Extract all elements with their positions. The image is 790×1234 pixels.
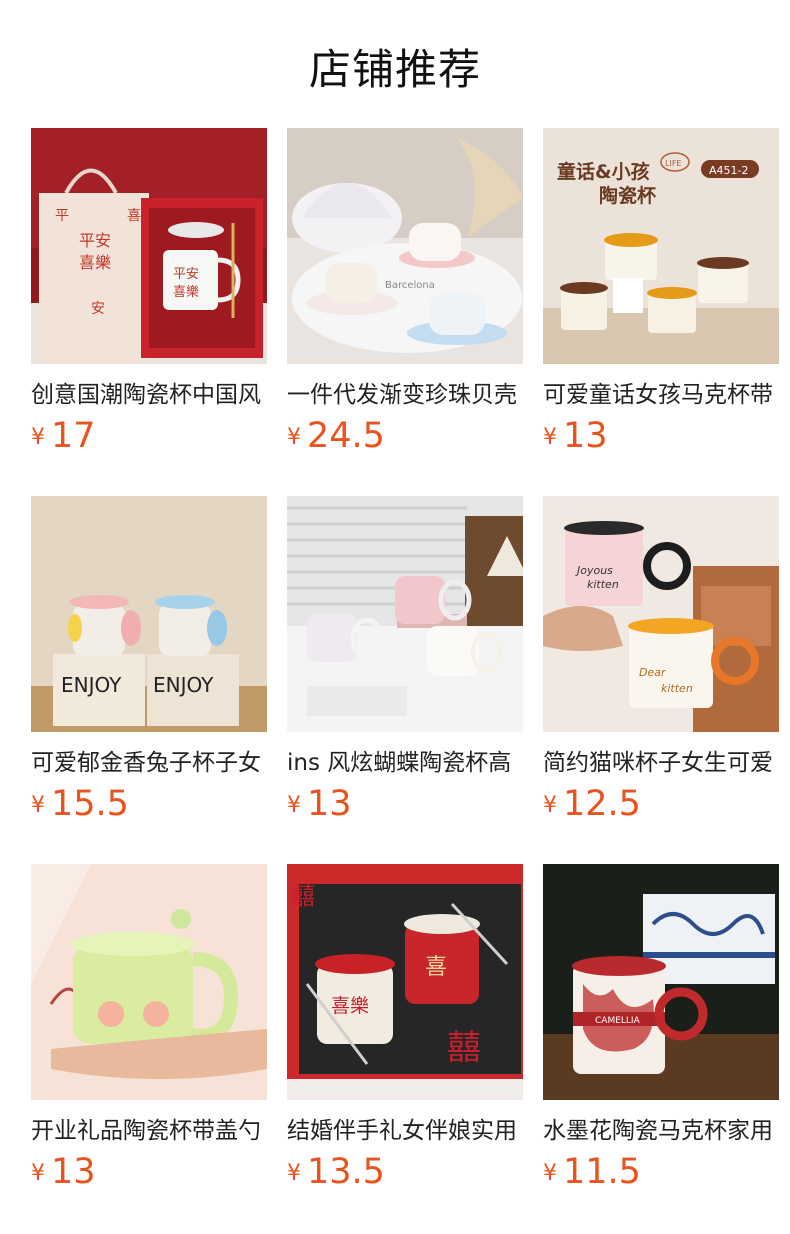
currency-symbol: ¥ [31, 793, 45, 818]
product-image-butterfly-cups[interactable] [287, 496, 523, 732]
price-value: 11.5 [563, 1152, 641, 1192]
product-name[interactable]: 可爱童话女孩马克杯带 [543, 378, 779, 412]
price-value: 24.5 [307, 416, 385, 456]
product-card[interactable]: 平安 喜樂 平 喜 安 平安 喜樂 创意国潮陶瓷杯中国风 ¥17 [31, 128, 267, 458]
photo-text: 童话&小孩 [557, 160, 650, 183]
product-card[interactable]: ENJOY ENJOY 可爱郁金香兔子杯子女 ¥15.5 [31, 496, 267, 826]
currency-symbol: ¥ [287, 1161, 301, 1186]
product-image-tulip-rabbit-cups[interactable]: ENJOY ENJOY [31, 496, 267, 732]
product-price: ¥17 [31, 416, 96, 458]
product-card[interactable]: CAMELLIA 水墨花陶瓷马克杯家用 ¥11.5 [543, 864, 779, 1194]
product-image-cat-mugs[interactable]: Joyous kitten Dear kitten [543, 496, 779, 732]
svg-text:喜樂: 喜樂 [173, 284, 199, 300]
product-price: ¥24.5 [287, 416, 385, 458]
product-image-wedding-gift-set[interactable]: 囍 喜樂 喜 囍 [287, 864, 523, 1100]
photo-text: kitten [661, 682, 693, 695]
photo-text: kitten [587, 578, 619, 591]
svg-text:平安: 平安 [173, 267, 199, 282]
product-image-pearl-shell-cups[interactable]: Barcelona [287, 128, 523, 364]
photo-text: ENJOY [61, 673, 122, 697]
product-image-fairy-tale-mugs[interactable]: 童话&小孩 陶瓷杯 A451-2 LIFE [543, 128, 779, 364]
photo-text: Dear [639, 666, 667, 679]
currency-symbol: ¥ [31, 1161, 45, 1186]
price-value: 13.5 [307, 1152, 385, 1192]
product-price: ¥15.5 [31, 784, 129, 826]
product-name[interactable]: 水墨花陶瓷马克杯家用 [543, 1114, 779, 1148]
photo-text: CAMELLIA [595, 1016, 641, 1026]
price-value: 12.5 [563, 784, 641, 824]
product-name[interactable]: 可爱郁金香兔子杯子女 [31, 746, 267, 780]
photo-text: 喜 [425, 955, 447, 980]
price-value: 17 [51, 416, 96, 456]
photo-text: 喜 [127, 208, 141, 224]
product-card[interactable]: ins 风炫蝴蝶陶瓷杯高 ¥13 [287, 496, 523, 826]
product-card[interactable]: 童话&小孩 陶瓷杯 A451-2 LIFE 可爱童话女孩马克杯带 ¥13 [543, 128, 779, 458]
product-price: ¥11.5 [543, 1152, 641, 1194]
product-card[interactable]: Joyous kitten Dear kitten 简约猫咪杯子女生可爱 ¥12… [543, 496, 779, 826]
photo-text: 陶瓷杯 [599, 184, 656, 207]
photo-text: 喜樂 [331, 995, 369, 1017]
price-value: 13 [563, 416, 608, 456]
photo-text: ENJOY [153, 673, 214, 697]
photo-text: 囍 [291, 882, 315, 910]
product-name[interactable]: 一件代发渐变珍珠贝壳 [287, 378, 523, 412]
product-name[interactable]: 创意国潮陶瓷杯中国风 [31, 378, 267, 412]
product-image-ink-flower-mug[interactable]: CAMELLIA [543, 864, 779, 1100]
product-price: ¥13 [287, 784, 352, 826]
photo-text: 安 [91, 301, 105, 317]
currency-symbol: ¥ [543, 425, 557, 450]
product-image-green-bunny-mug[interactable] [31, 864, 267, 1100]
photo-text: 囍 [447, 1028, 481, 1068]
price-value: 15.5 [51, 784, 129, 824]
product-image-gift-box-mug[interactable]: 平安 喜樂 平 喜 安 平安 喜樂 [31, 128, 267, 364]
photo-text: 平安 [79, 231, 111, 250]
currency-symbol: ¥ [31, 425, 45, 450]
currency-symbol: ¥ [287, 425, 301, 450]
currency-symbol: ¥ [543, 1161, 557, 1186]
photo-text: Barcelona [385, 280, 435, 291]
price-value: 13 [51, 1152, 96, 1192]
product-price: ¥13 [31, 1152, 96, 1194]
product-grid: 平安 喜樂 平 喜 安 平安 喜樂 创意国潮陶瓷杯中国风 ¥17 Barcelo… [0, 0, 790, 1234]
product-card[interactable]: 开业礼品陶瓷杯带盖勺 ¥13 [31, 864, 267, 1194]
photo-text: 平 [55, 208, 69, 224]
product-name[interactable]: ins 风炫蝴蝶陶瓷杯高 [287, 746, 523, 780]
currency-symbol: ¥ [543, 793, 557, 818]
product-name[interactable]: 结婚伴手礼女伴娘实用 [287, 1114, 523, 1148]
product-card[interactable]: 囍 喜樂 喜 囍 结婚伴手礼女伴娘实用 ¥13.5 [287, 864, 523, 1194]
currency-symbol: ¥ [287, 793, 301, 818]
price-value: 13 [307, 784, 352, 824]
photo-text: LIFE [665, 159, 681, 168]
product-price: ¥13.5 [287, 1152, 385, 1194]
product-card[interactable]: Barcelona 一件代发渐变珍珠贝壳 ¥24.5 [287, 128, 523, 458]
product-name[interactable]: 开业礼品陶瓷杯带盖勺 [31, 1114, 267, 1148]
product-price: ¥13 [543, 416, 608, 458]
product-name[interactable]: 简约猫咪杯子女生可爱 [543, 746, 779, 780]
photo-text: A451-2 [709, 164, 749, 177]
photo-text: Joyous [575, 564, 613, 577]
photo-text: 喜樂 [79, 253, 111, 272]
product-price: ¥12.5 [543, 784, 641, 826]
